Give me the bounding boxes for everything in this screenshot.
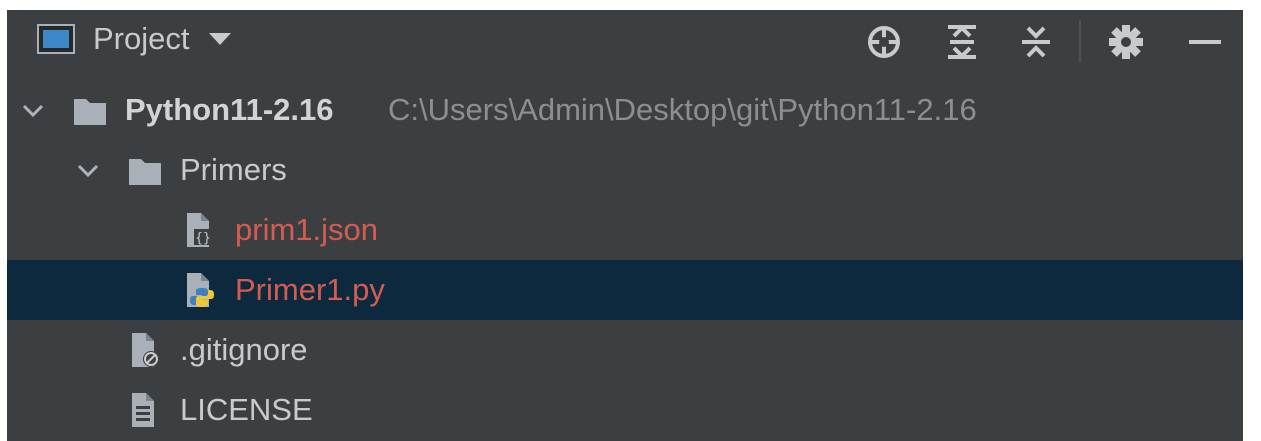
hide-button[interactable] bbox=[1183, 24, 1227, 60]
collapse-all-icon bbox=[1022, 26, 1050, 58]
tree-item-primers[interactable]: Primers bbox=[7, 140, 1243, 200]
window-icon bbox=[37, 24, 75, 54]
tree-item-label: .gitignore bbox=[180, 332, 308, 367]
tree-item-label: Primer1.py bbox=[235, 272, 385, 307]
python-file-icon bbox=[187, 273, 214, 307]
locate-file-button[interactable] bbox=[862, 24, 906, 60]
chevron-down-icon[interactable] bbox=[76, 159, 100, 183]
json-file-icon: {} bbox=[187, 213, 212, 247]
project-tree: Python11-2.16 C:\Users\Admin\Desktop\git… bbox=[7, 80, 1243, 440]
folder-icon bbox=[129, 159, 161, 185]
expand-all-icon bbox=[948, 25, 976, 59]
project-title: Project bbox=[93, 21, 190, 56]
project-view-selector[interactable]: Project bbox=[37, 22, 233, 56]
collapse-all-button[interactable] bbox=[1014, 24, 1058, 60]
expand-all-button[interactable] bbox=[940, 24, 984, 60]
tree-item-license[interactable]: LICENSE bbox=[7, 380, 1243, 440]
settings-button[interactable] bbox=[1104, 24, 1148, 60]
tree-item-gitignore[interactable]: .gitignore bbox=[7, 320, 1243, 380]
crosshair-icon bbox=[868, 26, 900, 58]
project-header: Project bbox=[7, 10, 1243, 68]
ignore-file-icon bbox=[132, 333, 159, 367]
tree-item-label: prim1.json bbox=[235, 212, 378, 247]
tree-item-python11-project[interactable]: Python11-2.16 C:\Users\Admin\Desktop\git… bbox=[7, 80, 1243, 140]
text-file-icon bbox=[132, 393, 154, 427]
tree-item-label: Python11-2.16 bbox=[125, 92, 334, 127]
chevron-down-icon[interactable] bbox=[207, 31, 233, 47]
minimize-icon bbox=[1189, 40, 1221, 44]
folder-icon bbox=[74, 99, 106, 125]
project-tool-window: Project Python11-2.16 C:\Users\Admin\Des… bbox=[7, 10, 1243, 441]
tree-item-label: LICENSE bbox=[180, 392, 313, 427]
chevron-down-icon[interactable] bbox=[21, 99, 45, 123]
toolbar-separator bbox=[1079, 20, 1081, 62]
tree-item-primer1-py[interactable]: Primer1.py bbox=[7, 260, 1243, 320]
project-path: C:\Users\Admin\Desktop\git\Python11-2.16 bbox=[388, 92, 977, 127]
tree-item-label: Primers bbox=[180, 152, 287, 187]
gear-icon bbox=[1109, 25, 1143, 59]
tree-item-prim1-json[interactable]: {} prim1.json bbox=[7, 200, 1243, 260]
svg-text:{}: {} bbox=[195, 231, 211, 246]
